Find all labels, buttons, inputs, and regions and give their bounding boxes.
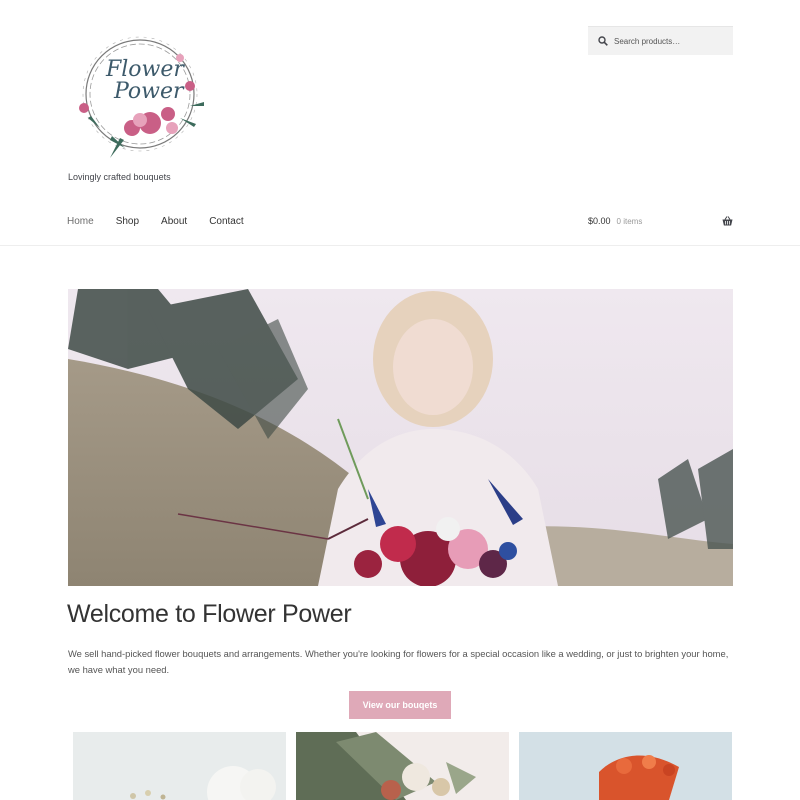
cart-amount: $0.00 xyxy=(588,216,611,226)
white-bouquet-photo xyxy=(73,732,286,800)
product-image[interactable] xyxy=(519,732,732,800)
product-image[interactable] xyxy=(73,732,286,800)
product-image[interactable] xyxy=(296,732,509,800)
intro-paragraph: We sell hand-picked flower bouquets and … xyxy=(68,648,729,675)
header-divider xyxy=(0,245,800,246)
product-search[interactable] xyxy=(588,26,733,55)
orange-bouquet-photo xyxy=(519,732,732,800)
svg-text:Power: Power xyxy=(113,79,185,104)
search-input[interactable] xyxy=(614,36,724,46)
product-grid xyxy=(0,732,800,800)
nav-contact[interactable]: Contact xyxy=(209,216,243,227)
nav-about[interactable]: About xyxy=(161,216,187,227)
nav-shop[interactable]: Shop xyxy=(116,216,139,227)
site-logo[interactable]: Flower Power xyxy=(70,28,210,172)
nav-home[interactable]: Home xyxy=(67,216,94,227)
search-icon xyxy=(598,36,608,46)
page-title: Welcome to Flower Power xyxy=(67,600,352,628)
basket-icon xyxy=(722,216,733,226)
header-cart[interactable]: $0.00 0 items xyxy=(588,216,733,226)
view-bouquets-button[interactable]: View our bouqets xyxy=(349,691,451,719)
wreath-logo-icon: Flower Power xyxy=(79,36,204,158)
primary-nav: Home Shop About Contact xyxy=(67,216,244,227)
mixed-bouquet-photo xyxy=(296,732,509,800)
bride-bouquet-photo xyxy=(68,289,733,586)
site-tagline: Lovingly crafted bouquets xyxy=(68,172,171,182)
cart-count: 0 items xyxy=(616,216,643,226)
hero-image xyxy=(68,289,733,586)
